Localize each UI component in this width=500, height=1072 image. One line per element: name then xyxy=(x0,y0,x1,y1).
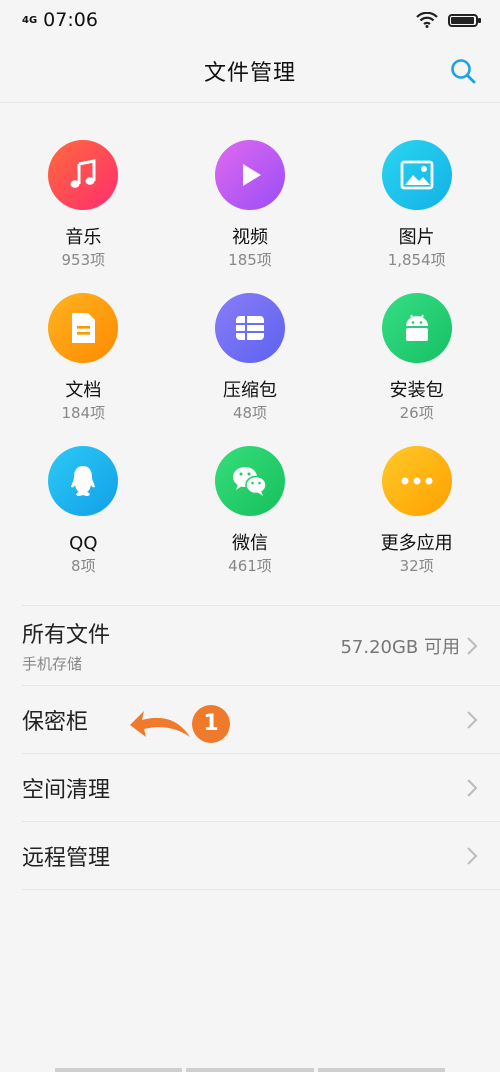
chevron-right-icon xyxy=(467,778,478,797)
all-files-row[interactable]: 所有文件 手机存储 57.20GB 可用 xyxy=(22,606,500,686)
more-icon xyxy=(381,446,452,516)
page-title: 文件管理 xyxy=(203,61,296,86)
chevron-right-icon xyxy=(467,710,478,729)
document-icon xyxy=(48,293,119,363)
status-right xyxy=(416,12,481,28)
category-qq[interactable]: QQ 8项 xyxy=(0,446,167,586)
wifi-icon xyxy=(416,12,438,28)
category-music[interactable]: 音乐 953项 xyxy=(0,140,167,280)
step-annotation: 1 xyxy=(108,704,238,748)
network-indicator: 4G xyxy=(22,14,38,26)
music-icon xyxy=(48,140,119,210)
category-count: 953项 xyxy=(61,251,106,269)
vault-row[interactable]: 保密柜 xyxy=(22,686,500,754)
step-number: 1 xyxy=(203,711,219,736)
remote-title: 远程管理 xyxy=(22,845,111,871)
cleanup-row[interactable]: 空间清理 xyxy=(22,754,500,822)
network-label: 4G xyxy=(22,14,38,26)
vault-title: 保密柜 xyxy=(22,709,89,735)
android-icon xyxy=(381,293,452,363)
storage-available: 57.20GB 可用 xyxy=(340,636,460,658)
battery-icon xyxy=(448,13,481,27)
wechat-icon xyxy=(214,446,285,516)
cleanup-right xyxy=(466,754,478,821)
category-name: 更多应用 xyxy=(380,533,453,554)
category-wechat[interactable]: 微信 461项 xyxy=(167,446,334,586)
all-files-title: 所有文件 xyxy=(22,623,111,648)
archive-icon xyxy=(214,293,285,363)
status-bar: 4G 07:06 xyxy=(0,0,500,40)
category-name: 压缩包 xyxy=(222,380,277,401)
search-button[interactable] xyxy=(448,56,478,86)
category-count: 184项 xyxy=(61,404,106,422)
all-files-subtitle: 手机存储 xyxy=(22,655,83,673)
category-apk[interactable]: 安装包 26项 xyxy=(333,293,500,433)
category-video[interactable]: 视频 185项 xyxy=(167,140,334,280)
vault-right xyxy=(466,686,478,753)
qq-icon xyxy=(48,446,119,516)
status-time: 07:06 xyxy=(43,9,98,31)
category-documents[interactable]: 文档 184项 xyxy=(0,293,167,433)
remote-row[interactable]: 远程管理 xyxy=(22,822,500,890)
category-count: 48项 xyxy=(232,404,268,422)
category-name: 图片 xyxy=(398,227,435,248)
category-name: QQ xyxy=(69,533,98,554)
category-archives[interactable]: 压缩包 48项 xyxy=(167,293,334,433)
category-more-apps[interactable]: 更多应用 32项 xyxy=(333,446,500,586)
chevron-right-icon xyxy=(467,846,478,865)
chevron-right-icon xyxy=(467,636,478,655)
image-icon xyxy=(381,140,452,210)
category-name: 微信 xyxy=(231,533,268,554)
category-name: 视频 xyxy=(231,227,268,248)
category-grid: 音乐 953项 视频 185项 图片 1,854项 文档 184项 压缩包 48… xyxy=(0,140,500,586)
search-icon xyxy=(451,59,476,84)
app-header: 文件管理 xyxy=(0,40,500,103)
category-count: 26项 xyxy=(399,404,434,422)
category-name: 文档 xyxy=(65,380,102,401)
category-images[interactable]: 图片 1,854项 xyxy=(333,140,500,280)
category-count: 461项 xyxy=(228,557,272,575)
status-left: 4G 07:06 xyxy=(22,9,98,31)
remote-right xyxy=(466,822,478,889)
all-files-right: 57.20GB 可用 xyxy=(340,606,478,685)
cleanup-title: 空间清理 xyxy=(22,777,111,803)
storage-list: 所有文件 手机存储 57.20GB 可用 保密柜 空间清理 远程管理 xyxy=(22,605,500,890)
category-name: 安装包 xyxy=(389,380,444,401)
play-icon xyxy=(214,140,285,210)
all-files-text: 所有文件 手机存储 xyxy=(22,617,110,674)
category-count: 32项 xyxy=(399,557,434,575)
category-name: 音乐 xyxy=(65,227,102,248)
category-count: 185项 xyxy=(228,251,272,269)
bottom-nav-hint xyxy=(55,1068,445,1072)
category-count: 1,854项 xyxy=(387,251,446,269)
category-count: 8项 xyxy=(71,557,96,575)
